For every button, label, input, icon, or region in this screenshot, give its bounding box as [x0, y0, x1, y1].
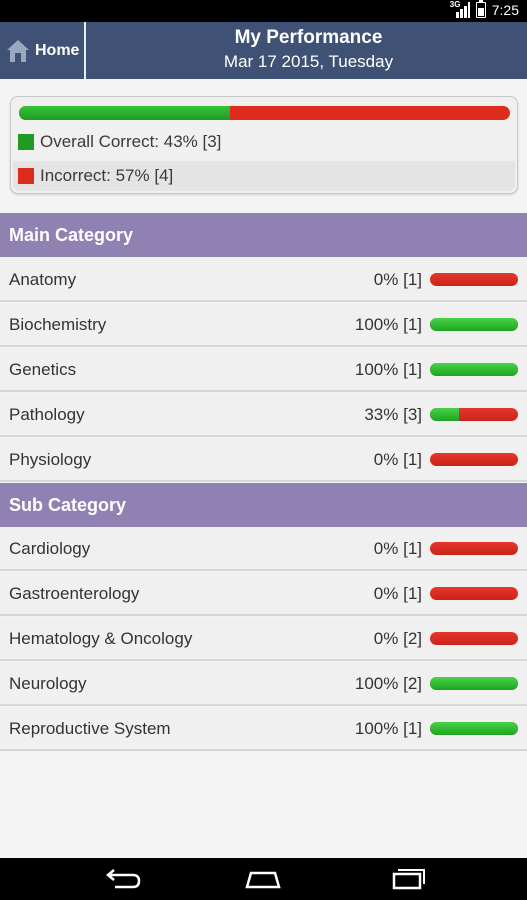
page-title: My Performance [234, 27, 383, 48]
category-label: Gastroenterology [9, 584, 140, 603]
overall-correct-fill [19, 106, 231, 120]
score-bar [430, 453, 518, 466]
score-bar [430, 408, 518, 421]
score-bar-correct-fill [430, 363, 518, 376]
navigation-bar [0, 858, 527, 900]
correct-label: Overall Correct: 43% [3] [40, 132, 222, 151]
score-bar-correct-fill [430, 722, 518, 735]
header-titles: My Performance Mar 17 2015, Tuesday [90, 26, 527, 74]
category-score: 0% [1] [373, 539, 422, 558]
sub-category-row[interactable]: Reproductive System 100% [1] [0, 707, 527, 751]
category-label: Anatomy [9, 270, 77, 289]
category-score: 0% [2] [373, 629, 422, 648]
correct-legend: Overall Correct: 43% [3] [13, 127, 515, 157]
sub-category-row[interactable]: Neurology 100% [2] [0, 662, 527, 706]
signal-icon: 3G [450, 0, 470, 18]
main-category-row[interactable]: Biochemistry 100% [1] [0, 303, 527, 347]
category-label: Cardiology [9, 539, 91, 558]
incorrect-swatch [18, 168, 34, 184]
status-bar: 3G 7:25 [0, 0, 527, 22]
category-score: 33% [3] [364, 405, 422, 424]
home-nav-icon [245, 871, 281, 889]
category-score: 100% [1] [354, 315, 422, 334]
category-score: 0% [1] [373, 584, 422, 603]
sub-category-header: Sub Category [0, 483, 527, 527]
home-button[interactable]: Home [0, 22, 86, 79]
category-label: Pathology [9, 405, 85, 424]
incorrect-label: Incorrect: 57% [4] [40, 166, 174, 185]
score-bar [430, 722, 518, 735]
category-label: Biochemistry [9, 315, 107, 334]
battery-icon [475, 0, 486, 18]
score-bar [430, 318, 518, 331]
home-nav-button[interactable] [233, 864, 293, 894]
score-bar [430, 632, 518, 645]
home-label: Home [35, 41, 80, 59]
category-label: Genetics [9, 360, 77, 379]
recent-apps-button[interactable] [376, 864, 436, 894]
clock: 7:25 [491, 2, 519, 18]
category-label: Neurology [9, 674, 87, 693]
score-bar [430, 677, 518, 690]
score-bar-correct-fill [430, 318, 518, 331]
category-score: 100% [1] [354, 360, 422, 379]
summary-card: Overall Correct: 43% [3] Incorrect: 57% … [10, 96, 518, 194]
back-button[interactable] [91, 864, 151, 894]
sub-category-row[interactable]: Cardiology 0% [1] [0, 527, 527, 571]
main-category-row[interactable]: Pathology 33% [3] [0, 393, 527, 437]
score-bar-correct-fill [430, 408, 460, 421]
category-score: 0% [1] [373, 270, 422, 289]
main-category-row[interactable]: Anatomy 0% [1] [0, 258, 527, 302]
app-header: Home My Performance Mar 17 2015, Tuesday [0, 22, 527, 79]
category-label: Physiology [9, 450, 92, 469]
score-bar [430, 587, 518, 600]
main-category-row[interactable]: Genetics 100% [1] [0, 348, 527, 392]
category-label: Hematology & Oncology [9, 629, 193, 648]
sub-category-row[interactable]: Gastroenterology 0% [1] [0, 572, 527, 616]
incorrect-legend: Incorrect: 57% [4] [13, 161, 515, 191]
overall-progress-bar [19, 106, 510, 120]
main-category-header: Main Category [0, 213, 527, 257]
page-date: Mar 17 2015, Tuesday [223, 52, 394, 71]
main-category-row[interactable]: Physiology 0% [1] [0, 438, 527, 482]
category-score: 100% [1] [354, 719, 422, 738]
category-score: 0% [1] [373, 450, 422, 469]
house-icon [6, 38, 30, 64]
sub-category-row[interactable]: Hematology & Oncology 0% [2] [0, 617, 527, 661]
back-icon [106, 869, 141, 889]
score-bar-correct-fill [430, 677, 518, 690]
score-bar [430, 363, 518, 376]
recent-apps-icon [392, 869, 425, 890]
category-score: 100% [2] [354, 674, 422, 693]
category-label: Reproductive System [9, 719, 171, 738]
correct-swatch [18, 134, 34, 150]
score-bar [430, 542, 518, 555]
score-bar [430, 273, 518, 286]
